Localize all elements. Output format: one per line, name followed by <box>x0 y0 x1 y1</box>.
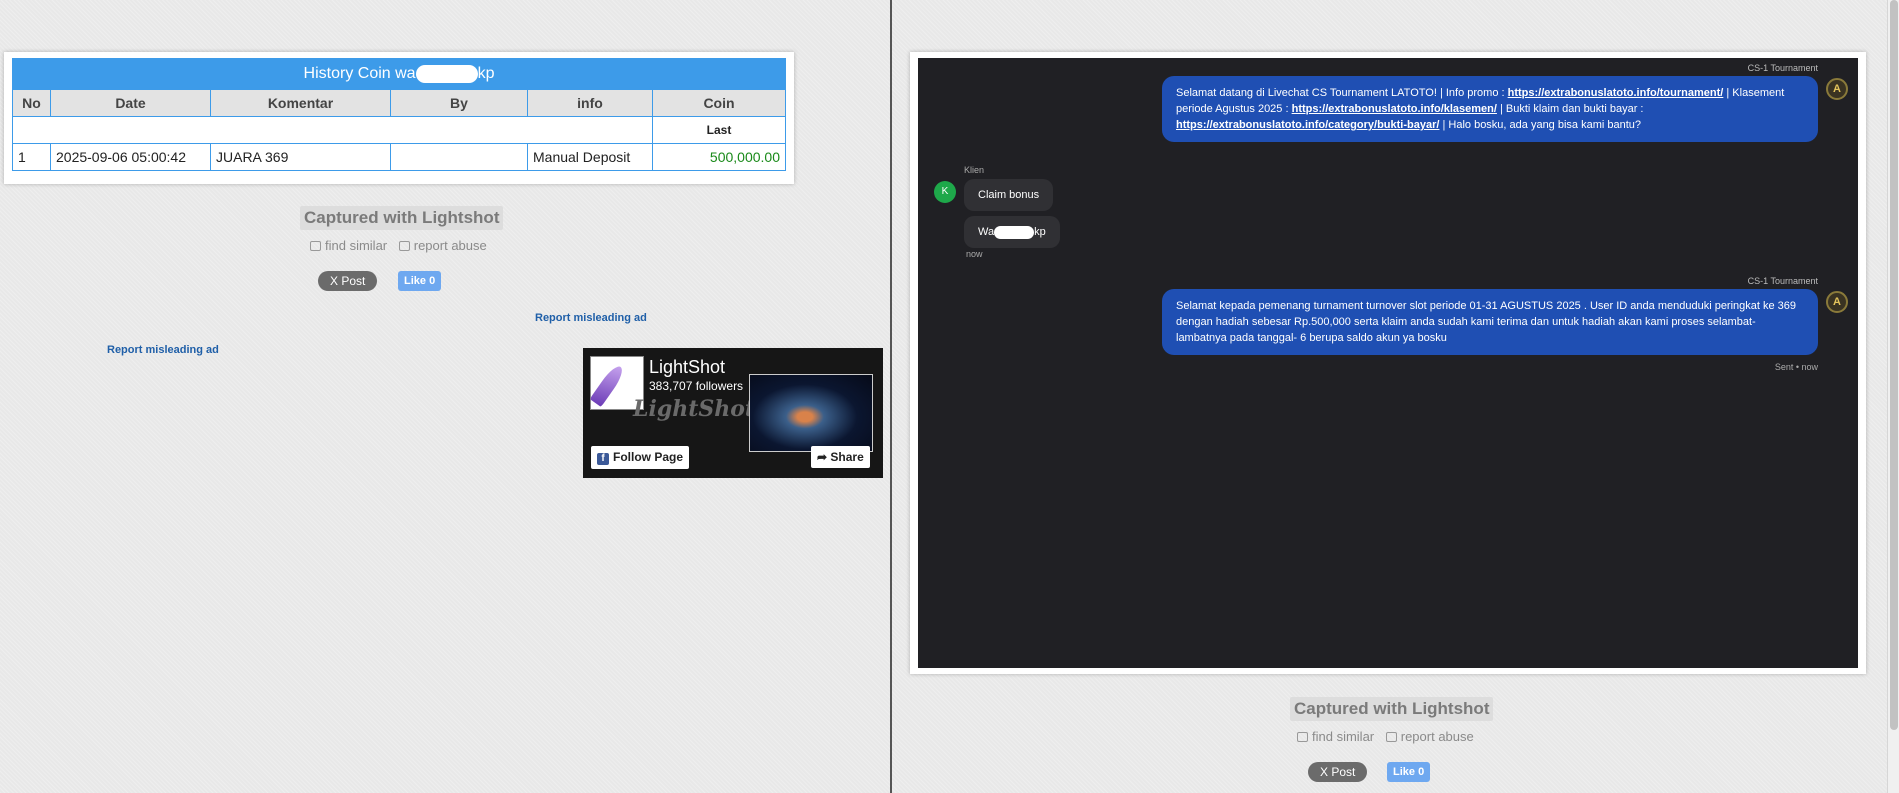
tournament-link[interactable]: https://extrabonuslatoto.info/tournament… <box>1508 87 1724 99</box>
brand-wordmark: LightShot <box>633 396 756 422</box>
table-row: 1 2025-09-06 05:00:42 JUARA 369 Manual D… <box>12 143 786 171</box>
agent-avatar: A <box>1826 291 1848 313</box>
last-label: Last <box>652 116 786 144</box>
report-misleading-ad-link[interactable]: Report misleading ad <box>535 312 647 324</box>
agent-avatar: A <box>1826 78 1848 100</box>
history-title: History Coin wa kp <box>12 58 786 90</box>
agent-message: Selamat kepada pemenang turnament turnov… <box>1162 289 1818 355</box>
bukti-bayar-link[interactable]: https://extrabonuslatoto.info/category/b… <box>1176 119 1439 131</box>
cell-coin: 500,000.00 <box>652 143 786 171</box>
column-header: By <box>390 89 528 117</box>
cell-date: 2025-09-06 05:00:42 <box>50 143 211 171</box>
cell-no: 1 <box>12 143 51 171</box>
lightshot-facebook-widget[interactable]: LightShot 383,707 followers LightShot fF… <box>583 348 883 478</box>
left-screenshot-pane: History Coin wa kp No Date Komentar By in… <box>0 0 890 793</box>
report-misleading-ad-link[interactable]: Report misleading ad <box>107 344 219 356</box>
facebook-like-button[interactable]: Like 0 <box>1387 762 1431 782</box>
share-button[interactable]: ➦ Share <box>811 446 870 468</box>
cell-komentar: JUARA 369 <box>210 143 391 171</box>
clipboard-icon <box>398 241 410 251</box>
client-label: Klien <box>964 165 985 175</box>
share-links: find similar report abuse <box>1297 729 1482 744</box>
find-similar-link[interactable]: find similar <box>1297 729 1374 744</box>
column-header: Coin <box>652 89 786 117</box>
cell-by <box>390 143 528 171</box>
follow-page-button[interactable]: f Follow Page <box>591 446 690 469</box>
chat-card: CS-1 Tournament Selamat datang di Livech… <box>910 52 1866 674</box>
clipboard-icon <box>1385 732 1397 742</box>
scrollbar-thumb[interactable] <box>1890 0 1898 730</box>
agent-message: Selamat datang di Livechat CS Tournament… <box>1162 76 1818 142</box>
column-header: No <box>12 89 51 117</box>
column-header: Komentar <box>210 89 391 117</box>
camera-icon <box>310 241 321 251</box>
camera-icon <box>1297 732 1308 742</box>
vertical-scrollbar[interactable] <box>1887 0 1899 793</box>
cover-image <box>749 374 873 452</box>
cell-info: Manual Deposit <box>527 143 653 171</box>
facebook-like-button[interactable]: Like 0 <box>398 271 442 291</box>
x-post-button[interactable]: X Post <box>318 271 378 291</box>
klasemen-link[interactable]: https://extrabonuslatoto.info/klasemen/ <box>1292 103 1497 115</box>
redacted-mask <box>415 64 478 83</box>
report-abuse-link[interactable]: report abuse <box>1385 729 1474 744</box>
history-table: History Coin wa kp No Date Komentar By in… <box>12 58 786 171</box>
column-header: info <box>527 89 653 117</box>
follower-count: 383,707 followers <box>649 379 744 393</box>
right-screenshot-pane: CS-1 Tournament Selamat datang di Livech… <box>892 0 1899 793</box>
feather-icon <box>589 362 627 408</box>
agent-name: CS-1 Tournament <box>1747 63 1818 73</box>
client-avatar: K <box>934 181 956 203</box>
facebook-icon: f <box>597 453 609 465</box>
client-timestamp: now <box>966 249 983 259</box>
history-card: History Coin wa kp No Date Komentar By in… <box>4 52 794 184</box>
sent-status: Sent • now <box>1774 362 1818 372</box>
column-header: Date <box>50 89 211 117</box>
last-row-spacer <box>12 116 653 144</box>
livechat-window: CS-1 Tournament Selamat datang di Livech… <box>918 58 1858 668</box>
x-post-button[interactable]: X Post <box>1308 762 1368 782</box>
client-message: Claim bonus <box>964 179 1054 211</box>
share-links: find similar report abuse <box>310 238 495 253</box>
find-similar-link[interactable]: find similar <box>310 238 387 253</box>
agent-name: CS-1 Tournament <box>1747 276 1818 286</box>
redacted-mask <box>994 225 1035 239</box>
page-name[interactable]: LightShot <box>649 357 725 378</box>
client-message: Wa kp <box>964 216 1060 248</box>
captured-with-lightshot: Captured with Lightshot <box>300 206 504 230</box>
captured-with-lightshot: Captured with Lightshot <box>1290 697 1494 721</box>
report-abuse-link[interactable]: report abuse <box>398 238 487 253</box>
